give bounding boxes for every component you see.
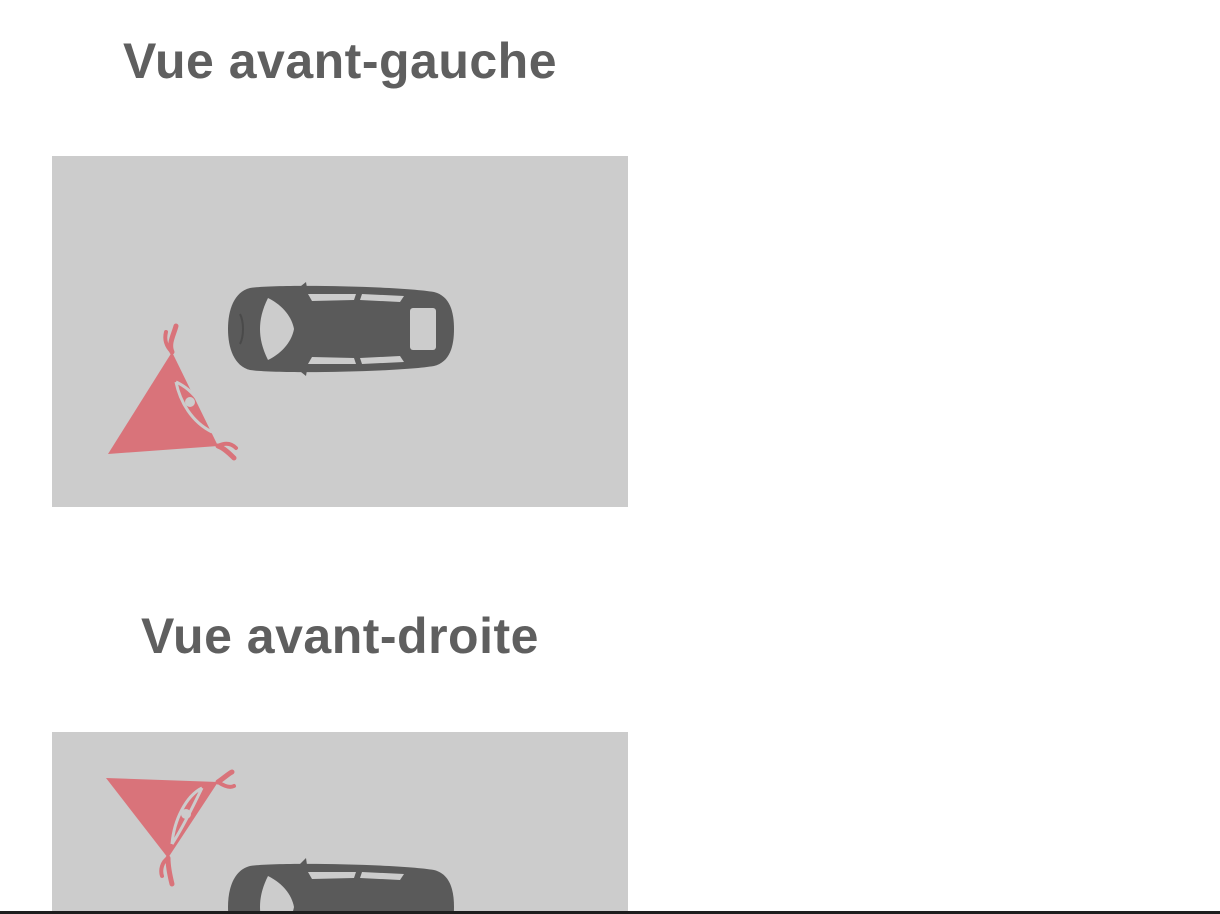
view-diagram-front-right bbox=[52, 732, 628, 914]
eye-viewpoint-icon bbox=[108, 323, 238, 461]
car-top-view-icon bbox=[228, 282, 454, 376]
view-diagram-front-left bbox=[52, 156, 628, 507]
car-top-view-icon bbox=[228, 858, 454, 914]
view-title-front-left: Vue avant-gauche bbox=[122, 33, 558, 89]
view-title-front-right: Vue avant-droite bbox=[141, 608, 539, 664]
eye-viewpoint-icon bbox=[106, 769, 236, 887]
